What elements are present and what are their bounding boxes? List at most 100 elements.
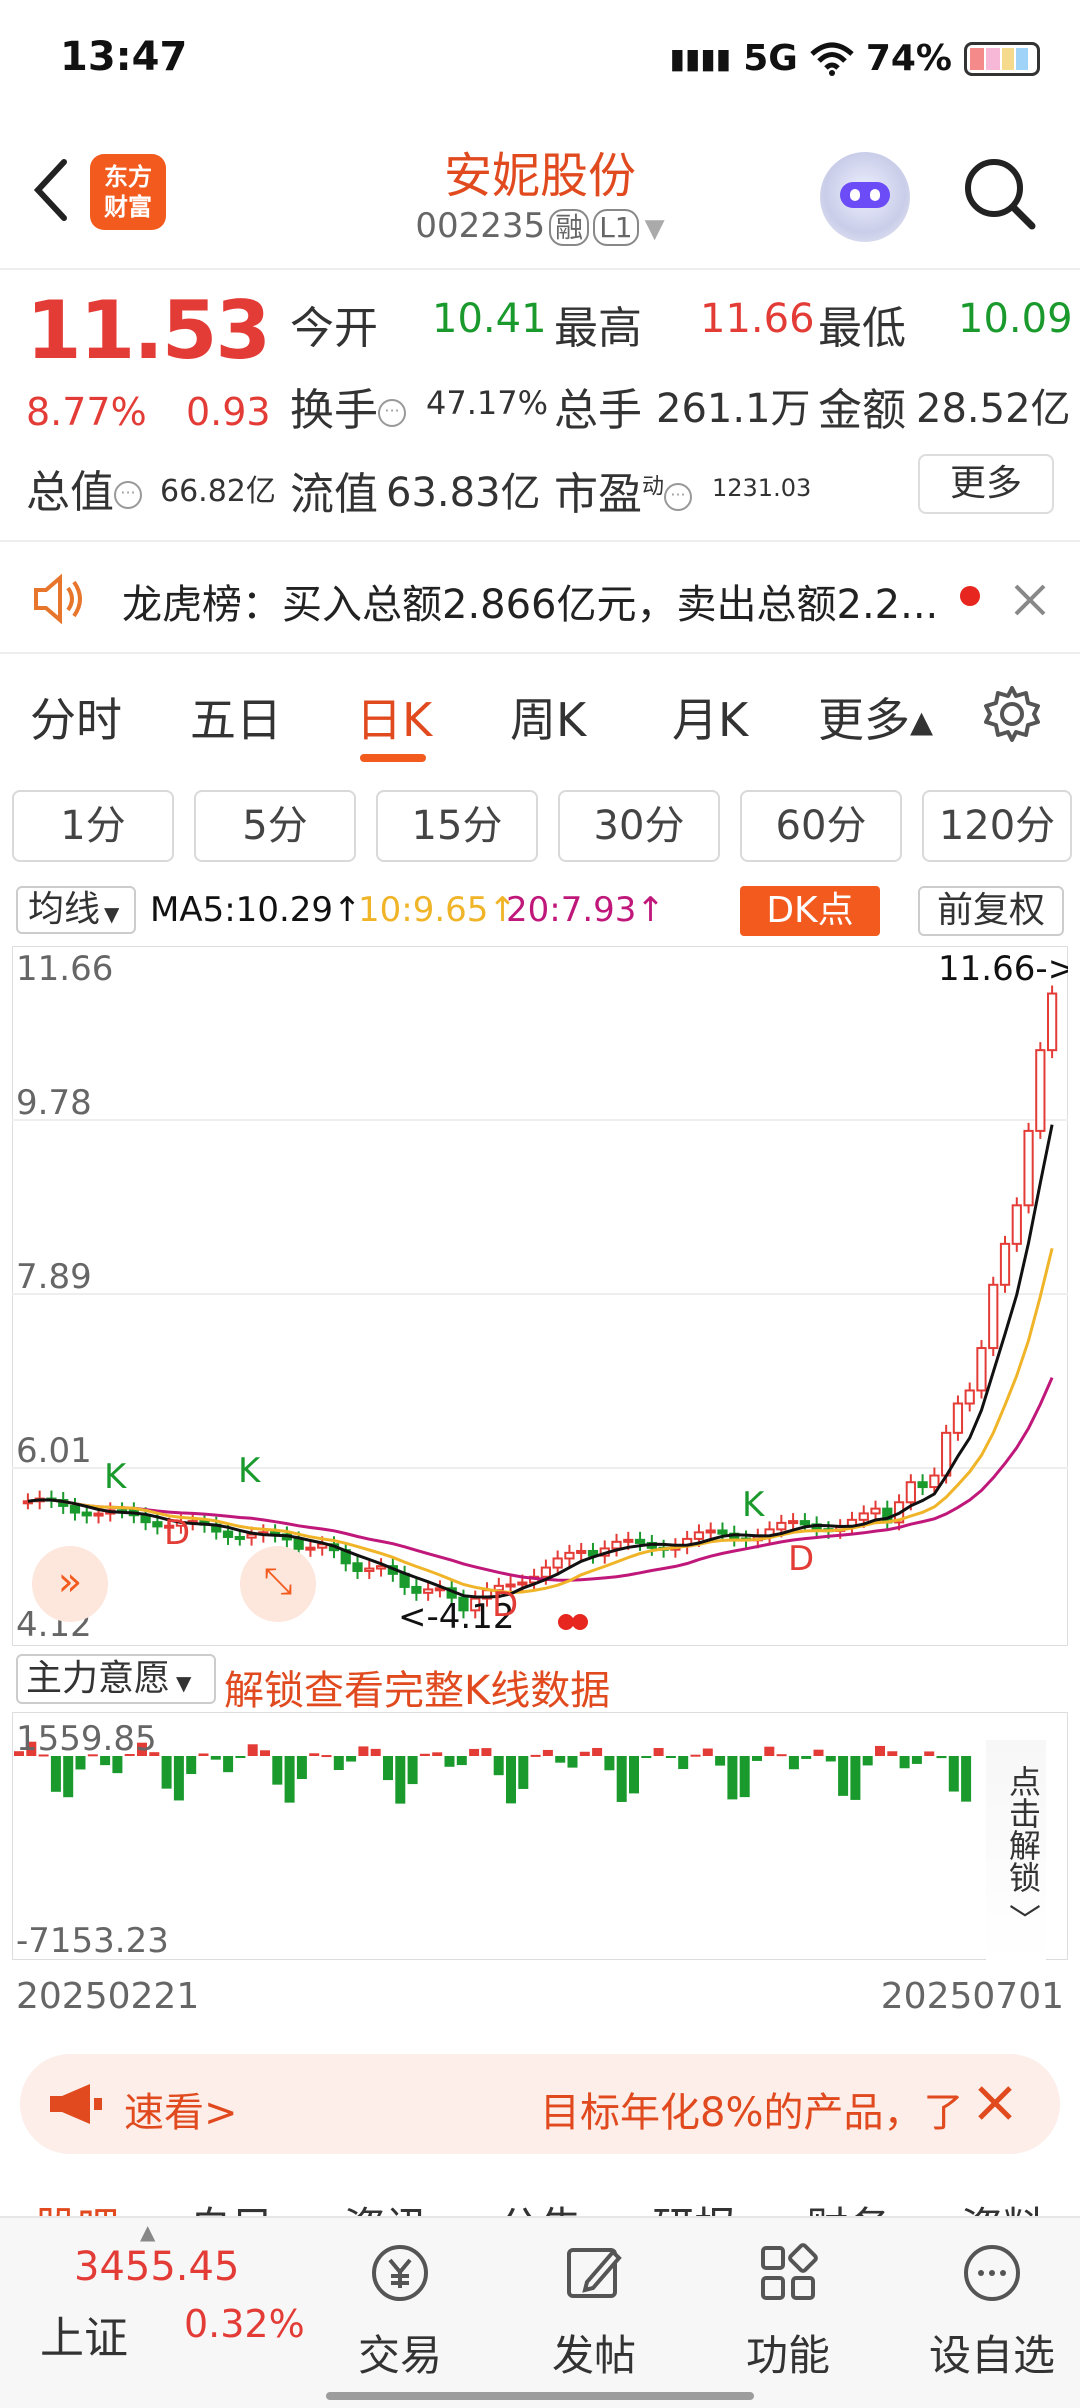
nav-post[interactable]: 发帖 bbox=[524, 2238, 664, 2383]
expand-left-icon[interactable]: » bbox=[32, 1546, 108, 1622]
close-icon[interactable] bbox=[1010, 580, 1050, 620]
indicator-select[interactable]: 主力意愿 ▼ bbox=[16, 1654, 216, 1704]
tab-news[interactable]: 资讯 bbox=[344, 2194, 428, 2216]
candle-body bbox=[234, 1535, 245, 1540]
flow-bar bbox=[63, 1756, 74, 1798]
flow-bar bbox=[210, 1756, 221, 1760]
tab-profile[interactable]: 资料 bbox=[961, 2194, 1045, 2216]
flow-bar bbox=[432, 1752, 443, 1756]
tab-ziri[interactable]: 自目 bbox=[189, 2194, 273, 2216]
bottom-nav: ▲ 3455.45 上证 0.32% 交易 发帖 功能 设自选 bbox=[0, 2216, 1080, 2408]
nav-functions-label: 功能 bbox=[745, 2331, 830, 2380]
tab-guba[interactable]: 股吧 bbox=[35, 2194, 119, 2216]
interval-120min[interactable]: 120分 bbox=[922, 790, 1072, 862]
nav-functions[interactable]: 功能 bbox=[718, 2238, 858, 2383]
candle-body bbox=[69, 1504, 81, 1514]
flow-bar bbox=[665, 1756, 676, 1758]
amount-label: 金额 bbox=[818, 385, 906, 436]
fullscreen-icon[interactable]: ⤡ bbox=[240, 1546, 316, 1622]
interval-15min[interactable]: 15分 bbox=[376, 790, 538, 862]
promo-quick-link[interactable]: 速看> bbox=[124, 2080, 238, 2138]
candle-body bbox=[999, 1242, 1011, 1286]
candle-body bbox=[799, 1520, 811, 1526]
expand-up-icon[interactable]: ▲ bbox=[140, 2220, 155, 2244]
flow-bar bbox=[961, 1756, 972, 1802]
y-tick: 6.01 bbox=[16, 1431, 92, 1471]
flow-bar bbox=[518, 1756, 529, 1789]
tab-monthly-k[interactable]: 月K bbox=[672, 684, 748, 750]
interval-5min[interactable]: 5分 bbox=[194, 790, 356, 862]
tab-fenshi[interactable]: 分时 bbox=[30, 684, 122, 750]
kline-chart[interactable]: 11.66 9.78 7.89 6.01 4.12 11.66-> <-4.12… bbox=[11, 945, 1076, 1647]
info-icon: ··· bbox=[378, 399, 406, 427]
flow-bar bbox=[715, 1756, 726, 1766]
interval-60min[interactable]: 60分 bbox=[740, 790, 902, 862]
settings-gear-icon[interactable] bbox=[982, 684, 1042, 744]
close-icon[interactable] bbox=[970, 2078, 1020, 2128]
flow-bar bbox=[678, 1756, 689, 1770]
candle-body bbox=[552, 1557, 563, 1569]
adjust-price-button[interactable]: 前复权 bbox=[918, 886, 1064, 936]
flow-bar bbox=[296, 1756, 307, 1779]
tab-daily-k[interactable]: 日K bbox=[356, 684, 432, 750]
flow-bar bbox=[309, 1753, 320, 1756]
tab-announcement[interactable]: 公告 bbox=[498, 2194, 582, 2216]
high-value: 11.66 bbox=[700, 296, 815, 342]
index-value[interactable]: 3455.45 bbox=[74, 2244, 239, 2290]
watchlist-icon bbox=[964, 2245, 1020, 2301]
main-force-chart[interactable]: 1559.85 -7153.23 bbox=[11, 1711, 1069, 1961]
stock-name[interactable]: 安妮股份 bbox=[0, 136, 1080, 206]
signal-d: D bbox=[492, 1585, 518, 1625]
more-quote-button[interactable]: 更多 bbox=[918, 454, 1054, 514]
flow-bar bbox=[247, 1744, 258, 1756]
stock-code: 002235 bbox=[415, 206, 546, 246]
pe-label[interactable]: 市盈动 ··· bbox=[554, 458, 693, 522]
turnover-label[interactable]: 换手 ··· bbox=[290, 374, 406, 438]
low-value: 10.09 bbox=[958, 296, 1073, 342]
flow-bar bbox=[407, 1756, 418, 1785]
unlock-side-button[interactable]: 点击解锁 ﹀ bbox=[986, 1740, 1046, 1960]
candle-body bbox=[1011, 1204, 1022, 1245]
promo-banner[interactable]: 速看> 目标年化8%的产品，了 bbox=[20, 2054, 1060, 2154]
flow-bar bbox=[862, 1756, 873, 1766]
flow-bar bbox=[727, 1756, 738, 1800]
flow-bar bbox=[838, 1756, 849, 1796]
candle-body bbox=[1035, 1049, 1046, 1132]
tab-report[interactable]: 研报 bbox=[652, 2194, 736, 2216]
network-label: 5G bbox=[743, 38, 798, 79]
unlock-kline-link[interactable]: 解锁查看完整K线数据 bbox=[224, 1658, 610, 1716]
flow-bar bbox=[272, 1756, 283, 1785]
total-cap-label[interactable]: 总值 ··· bbox=[26, 456, 142, 520]
flow-bar bbox=[506, 1756, 516, 1804]
nav-trade[interactable]: 交易 bbox=[330, 2238, 470, 2383]
dragon-tiger-notice[interactable]: 龙虎榜：买入总额2.866亿元，卖出总额2.2... bbox=[0, 540, 1080, 654]
tab-weekly-k[interactable]: 周K bbox=[510, 684, 586, 750]
interval-30min[interactable]: 30分 bbox=[558, 790, 720, 862]
badge-level: L1 bbox=[593, 209, 639, 246]
search-icon[interactable] bbox=[960, 154, 1040, 234]
tab-finance[interactable]: 财务 bbox=[807, 2194, 891, 2216]
ma-select[interactable]: 均线 ▼ bbox=[16, 886, 136, 934]
nav-watchlist[interactable]: 设自选 bbox=[912, 2238, 1072, 2383]
ma-legend-row: 均线 ▼ MA5:10.29↑ 10:9.65↑ 20:7.93↑ DK点 前复权 bbox=[0, 880, 1080, 940]
ma5-value: MA5:10.29↑ bbox=[150, 890, 362, 930]
candle-body bbox=[705, 1529, 716, 1534]
flow-bar bbox=[444, 1756, 455, 1767]
open-label: 今开 bbox=[290, 303, 378, 354]
flow-bar bbox=[223, 1756, 234, 1773]
speaker-icon bbox=[34, 573, 82, 625]
candle-body bbox=[222, 1530, 234, 1538]
candle-body bbox=[246, 1533, 257, 1539]
candle-body bbox=[1046, 992, 1058, 1052]
interval-1min[interactable]: 1分 bbox=[12, 790, 174, 862]
dk-point-button[interactable]: DK点 bbox=[740, 886, 880, 936]
candle-body bbox=[364, 1567, 375, 1572]
assistant-robot-icon[interactable] bbox=[820, 152, 910, 242]
candle-body bbox=[411, 1585, 422, 1594]
tab-more[interactable]: 更多▴ bbox=[818, 684, 933, 750]
index-name[interactable]: 上证 bbox=[40, 2302, 128, 2366]
stock-code-row[interactable]: 002235 融 L1 ▼ bbox=[0, 206, 1080, 246]
tab-wuri[interactable]: 五日 bbox=[190, 684, 282, 750]
indicator-bottom-value: -7153.23 bbox=[16, 1921, 169, 1960]
flow-bar bbox=[813, 1749, 824, 1756]
